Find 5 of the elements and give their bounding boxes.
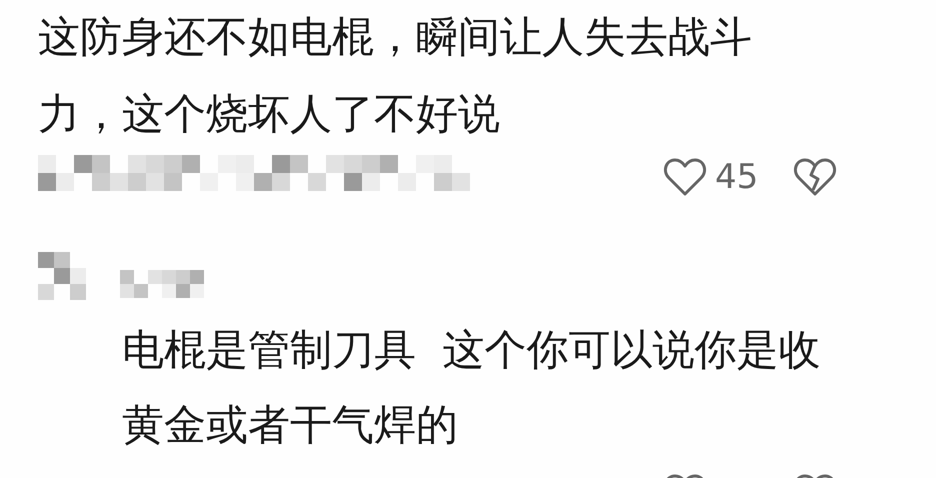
reply-text: 电棍是管制刀具 这个你可以说你是收黄金或者干气焊的: [122, 324, 822, 451]
like-icon[interactable]: [663, 157, 707, 197]
comment-text: 这防身还不如电棍，瞬间让人失去战斗力，这个烧坏人了不好说: [38, 11, 753, 140]
dislike-icon[interactable]: [793, 157, 837, 197]
like-count: 45: [715, 157, 758, 197]
